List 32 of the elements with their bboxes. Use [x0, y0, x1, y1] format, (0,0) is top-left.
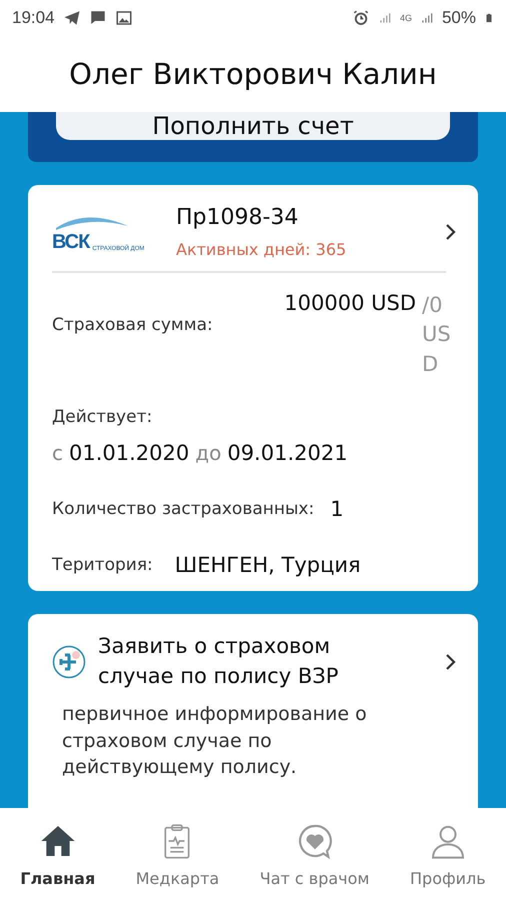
insured-label: Количество застрахованных: [52, 499, 314, 520]
insured-value: 1 [330, 497, 344, 522]
alarm-icon [352, 8, 370, 26]
top-up-button[interactable]: Пополнить счет [56, 112, 450, 140]
chevron-right-icon[interactable] [444, 652, 458, 672]
to-date: 09.01.2021 [227, 441, 348, 466]
image-icon [114, 8, 133, 26]
active-days: Активных дней: 365 [176, 240, 346, 259]
claim-description: первичное информирование о страховом случае по действующему полису. [62, 702, 368, 780]
chevron-right-icon[interactable] [444, 222, 458, 242]
sum-label: Страховая сумма: [52, 315, 213, 335]
nav-tab[interactable]: Чат с врачом [260, 820, 370, 888]
message-icon [88, 8, 107, 26]
policy-number: Пр1098-34 [176, 205, 300, 230]
claim-card[interactable]: Заявить о страховом случае по полису ВЗР первичное информирование о страховом случае по действующему полису. [28, 614, 478, 808]
to-label: до [195, 441, 222, 466]
territory-label: Територия: [52, 555, 153, 576]
sum-value: 100000 USD [284, 291, 416, 315]
paper-plane-icon [62, 8, 81, 26]
from-label: с [52, 441, 63, 466]
sum-used: /0 USD [422, 292, 452, 378]
user-name: Олег Викторович Калин [69, 56, 437, 90]
network-type: 4G [400, 12, 412, 22]
status-time: 19:04 [12, 8, 55, 28]
nav-tab[interactable]: Главная [20, 820, 96, 888]
valid-label: Действует: [52, 407, 152, 428]
territory-value: ШЕНГЕН, Турция [174, 553, 361, 578]
nav-tab[interactable]: Профиль [410, 820, 486, 888]
battery-percent: 50% [442, 8, 476, 28]
claim-title: Заявить о страховом случае по полису ВЗР [98, 633, 340, 690]
from-date: 01.01.2020 [69, 441, 190, 466]
nav-tab[interactable]: Медкарта [136, 820, 220, 888]
